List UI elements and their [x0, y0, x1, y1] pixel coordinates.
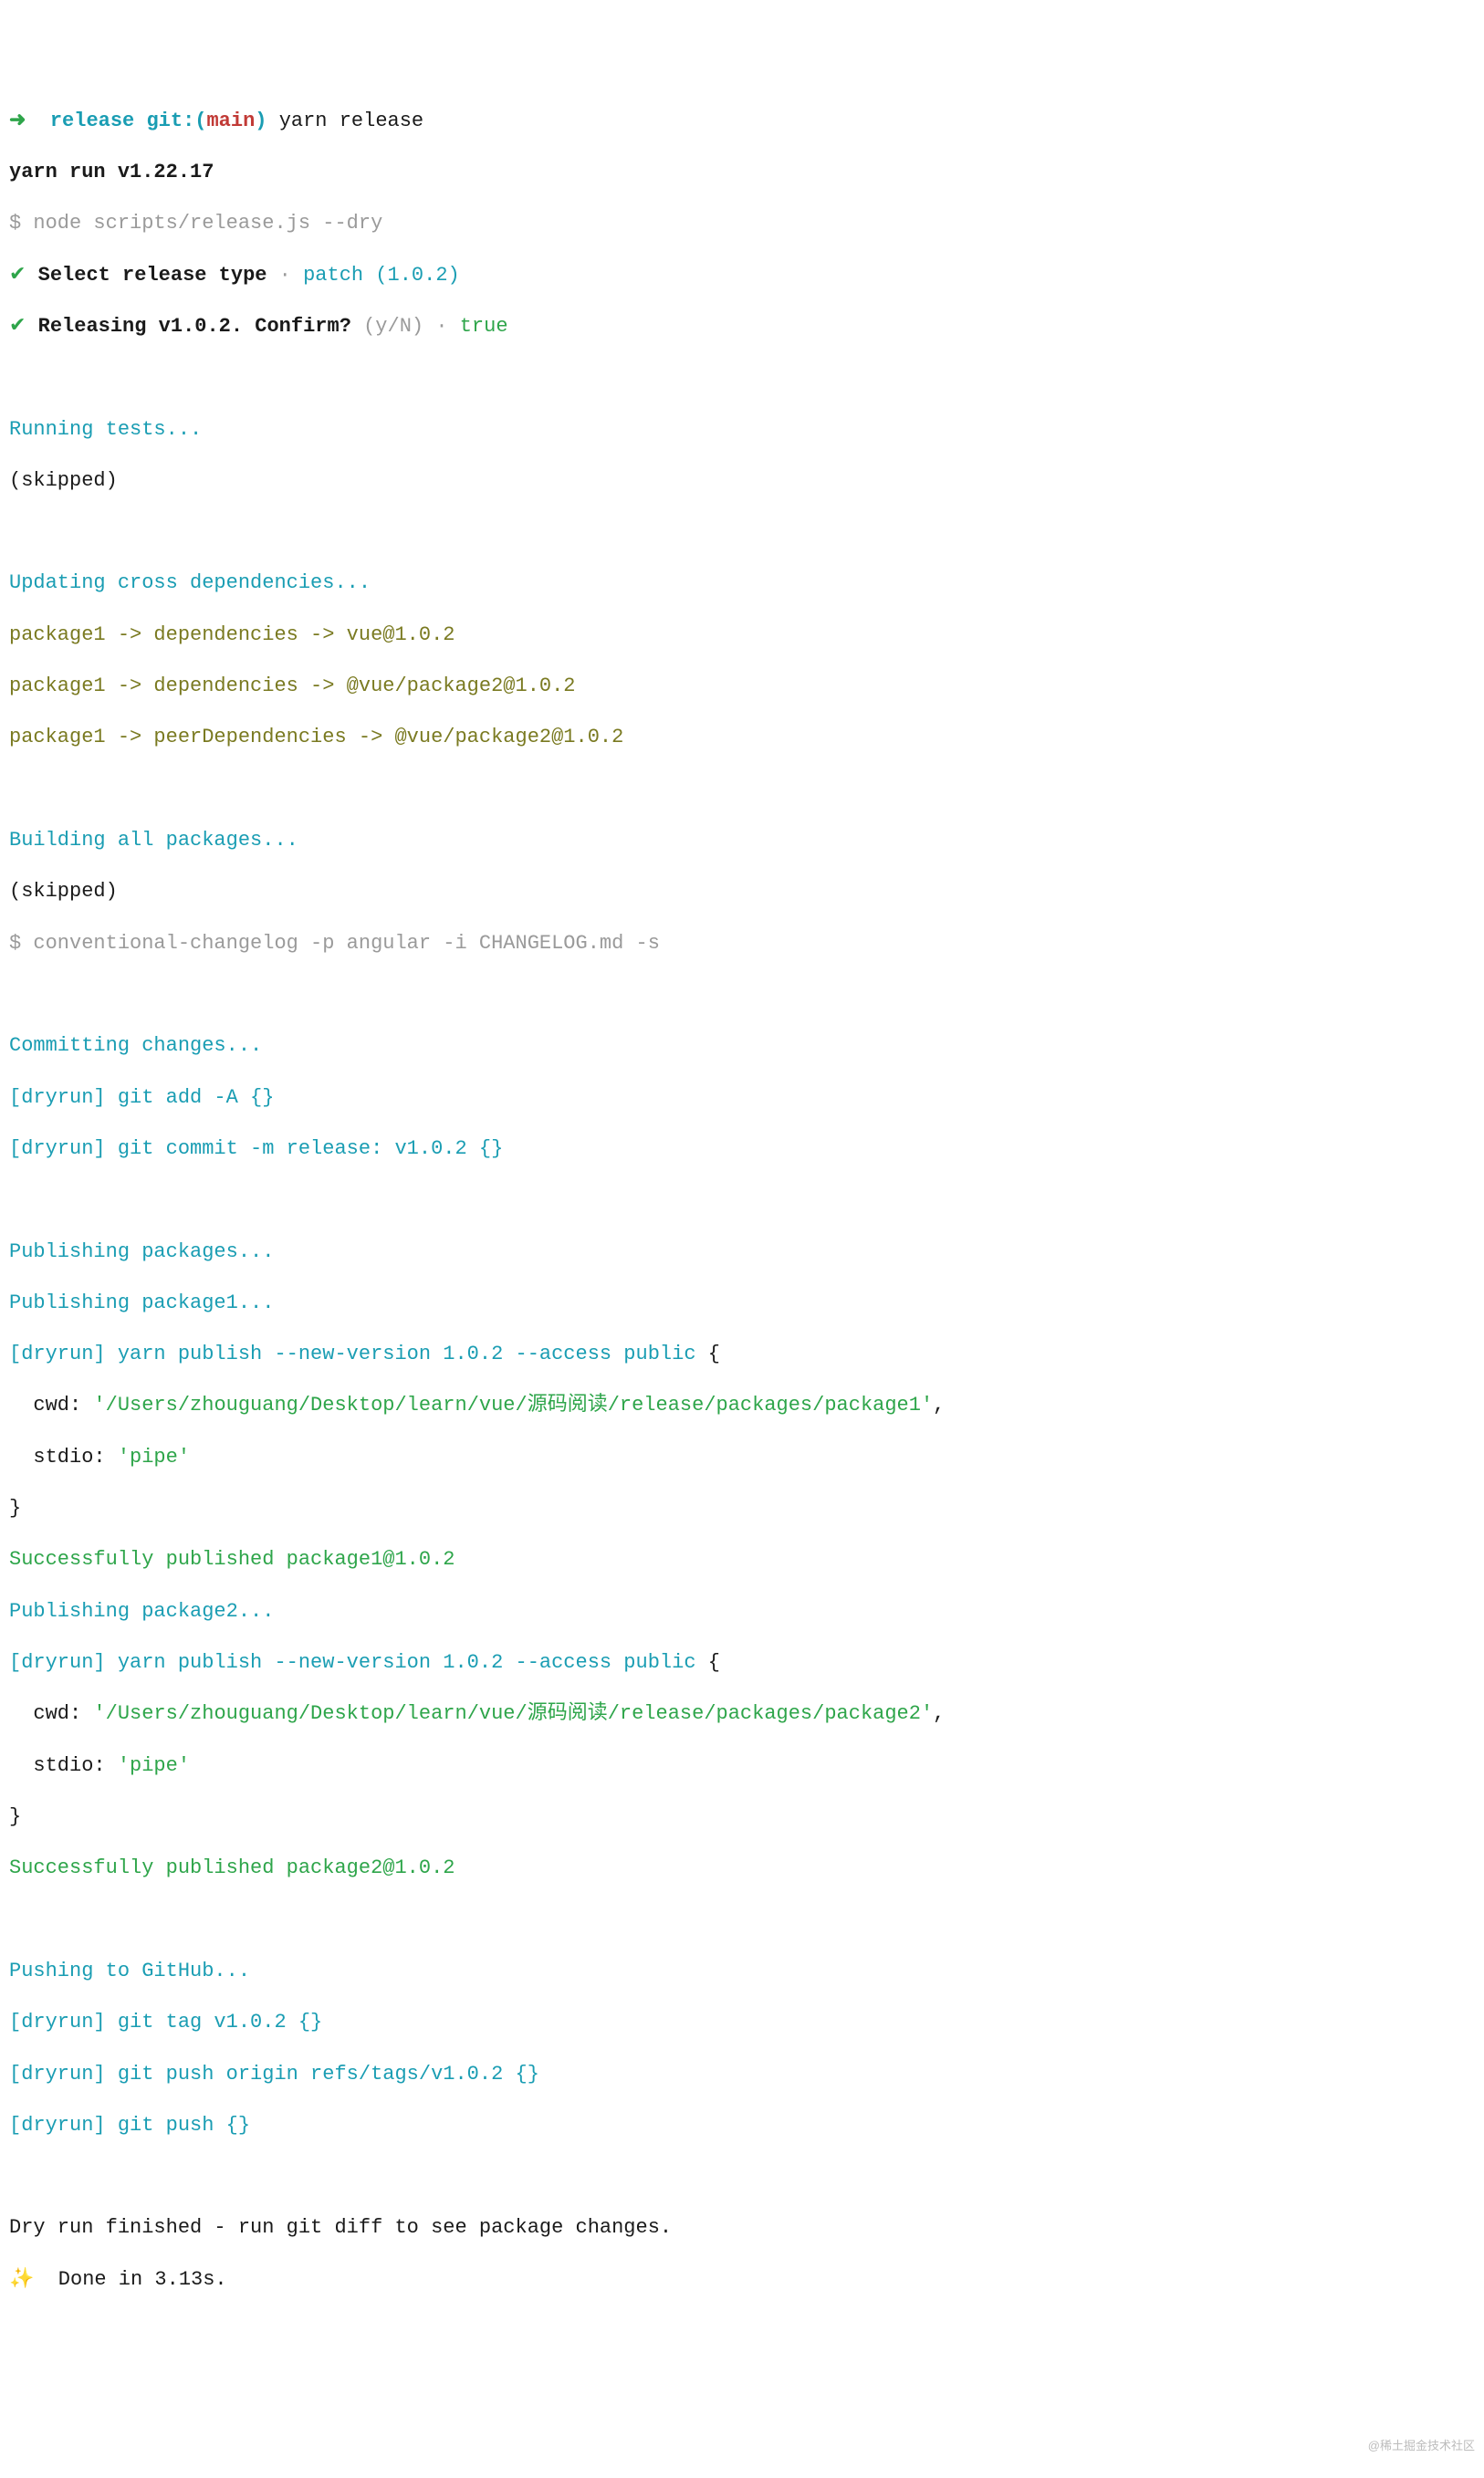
select-line: ✔ Select release type · patch (1.0.2) [9, 263, 1475, 288]
dep-line-3: package1 -> peerDependencies -> @vue/pac… [9, 725, 1475, 750]
committing-line: Committing changes... [9, 1033, 1475, 1059]
updating-cross-line: Updating cross dependencies... [9, 570, 1475, 596]
stdio-line-2: stdio: 'pipe' [9, 1753, 1475, 1779]
publishing-package1-line: Publishing package1... [9, 1291, 1475, 1316]
blank-line [9, 982, 1475, 1008]
cwd-key: cwd: [9, 1394, 93, 1417]
check-icon: ✔ [9, 315, 26, 338]
git-tag-line: [dryrun] git tag v1.0.2 {} [9, 2010, 1475, 2035]
stdio-key: stdio: [9, 1446, 118, 1469]
cwd-line-1: cwd: '/Users/zhouguang/Desktop/learn/vue… [9, 1393, 1475, 1418]
publish-cmd-text: [dryrun] yarn publish --new-version 1.0.… [9, 1651, 708, 1674]
publish-cmd1-line: [dryrun] yarn publish --new-version 1.0.… [9, 1342, 1475, 1367]
check-icon: ✔ [9, 264, 26, 287]
dry-finished-line: Dry run finished - run git diff to see p… [9, 2215, 1475, 2241]
yarn-run-line: yarn run v1.22.17 [9, 160, 1475, 185]
cwd-value: '/Users/zhouguang/Desktop/learn/vue/源码阅读… [93, 1702, 933, 1725]
prompt-cwd: release [50, 110, 134, 132]
brace-open: { [708, 1651, 720, 1674]
yn-hint: (y/N) [351, 315, 423, 338]
publish-cmd2-line: [dryrun] yarn publish --new-version 1.0.… [9, 1650, 1475, 1676]
skipped-line: (skipped) [9, 879, 1475, 904]
separator-dot: · [423, 315, 460, 338]
brace-close-line: } [9, 1804, 1475, 1830]
stdio-value: 'pipe' [118, 1446, 190, 1469]
comma: , [933, 1702, 945, 1725]
cwd-line-2: cwd: '/Users/zhouguang/Desktop/learn/vue… [9, 1701, 1475, 1727]
confirm-line: ✔ Releasing v1.0.2. Confirm? (y/N) · tru… [9, 314, 1475, 340]
building-line: Building all packages... [9, 828, 1475, 853]
blank-line [9, 1908, 1475, 1933]
brace-open: { [708, 1343, 720, 1365]
true-value: true [460, 315, 508, 338]
prompt-line: ➜ release git:(main) yarn release [9, 109, 1475, 134]
skipped-line: (skipped) [9, 468, 1475, 494]
node-command-line: $ node scripts/release.js --dry [9, 211, 1475, 236]
git-open: git:( [134, 110, 206, 132]
dep-line-2: package1 -> dependencies -> @vue/package… [9, 674, 1475, 699]
patch-choice: patch (1.0.2) [303, 264, 460, 287]
blank-line [9, 2164, 1475, 2190]
success2-line: Successfully published package2@1.0.2 [9, 1856, 1475, 1881]
publish-cmd-text: [dryrun] yarn publish --new-version 1.0.… [9, 1343, 708, 1365]
stdio-value: 'pipe' [118, 1754, 190, 1777]
publishing-packages-line: Publishing packages... [9, 1239, 1475, 1265]
done-text: Done in 3.13s. [58, 2268, 227, 2291]
prompt-arrow: ➜ [9, 110, 50, 132]
separator-dot: · [266, 264, 303, 287]
git-push-line: [dryrun] git push {} [9, 2113, 1475, 2138]
watermark-text: @稀土掘金技术社区 [1368, 2439, 1475, 2454]
blank-line [9, 777, 1475, 802]
pushing-line: Pushing to GitHub... [9, 1959, 1475, 1984]
command-text: yarn release [267, 110, 424, 132]
git-commit-line: [dryrun] git commit -m release: v1.0.2 {… [9, 1136, 1475, 1162]
branch-name: main [206, 110, 255, 132]
changelog-command-line: $ conventional-changelog -p angular -i C… [9, 931, 1475, 957]
select-label: Select release type [26, 264, 266, 287]
comma: , [933, 1394, 945, 1417]
publishing-package2-line: Publishing package2... [9, 1599, 1475, 1625]
git-close: ) [255, 110, 266, 132]
sparkle-icon: ✨ [9, 2268, 58, 2291]
dep-line-1: package1 -> dependencies -> vue@1.0.2 [9, 622, 1475, 648]
running-tests-line: Running tests... [9, 417, 1475, 443]
success1-line: Successfully published package1@1.0.2 [9, 1547, 1475, 1573]
done-line: ✨ Done in 3.13s. [9, 2267, 1475, 2293]
stdio-line-1: stdio: 'pipe' [9, 1445, 1475, 1470]
confirm-label: Releasing v1.0.2. Confirm? [26, 315, 350, 338]
blank-line [9, 519, 1475, 545]
blank-line [9, 365, 1475, 391]
git-add-line: [dryrun] git add -A {} [9, 1085, 1475, 1111]
stdio-key: stdio: [9, 1754, 118, 1777]
cwd-value: '/Users/zhouguang/Desktop/learn/vue/源码阅读… [93, 1394, 933, 1417]
brace-close-line: } [9, 1496, 1475, 1521]
git-push-tags-line: [dryrun] git push origin refs/tags/v1.0.… [9, 2062, 1475, 2087]
cwd-key: cwd: [9, 1702, 93, 1725]
blank-line [9, 1187, 1475, 1213]
